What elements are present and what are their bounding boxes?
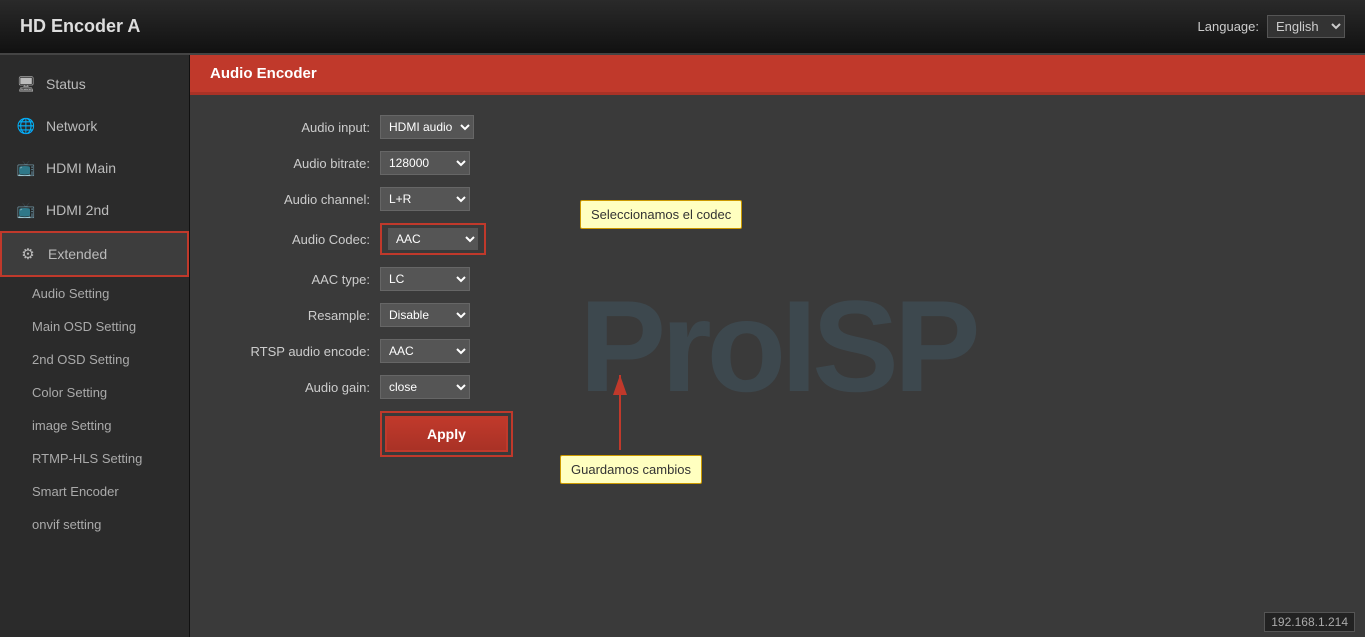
- audio-bitrate-row: Audio bitrate: 128000 64000 32000: [220, 151, 1335, 175]
- content-tab-header: Audio Encoder: [190, 55, 1365, 95]
- globe-icon: 🌐: [16, 116, 36, 136]
- resample-row: Resample: Disable Enable: [220, 303, 1335, 327]
- sidebar-sublabel-2nd-osd: 2nd OSD Setting: [32, 352, 130, 367]
- apply-annotation: Guardamos cambios: [560, 455, 702, 484]
- sidebar-subitem-2nd-osd[interactable]: 2nd OSD Setting: [0, 343, 189, 376]
- sidebar-item-status[interactable]: 🖥 Status: [0, 63, 189, 105]
- language-section: Language: English Chinese: [1198, 15, 1345, 38]
- tab-label: Audio Encoder: [210, 65, 317, 82]
- aac-type-row: AAC type: LC HE HEv2: [220, 267, 1335, 291]
- audio-input-select[interactable]: HDMI audio Line in Mic: [380, 115, 474, 139]
- sidebar-label-network: Network: [46, 118, 97, 134]
- aac-type-select[interactable]: LC HE HEv2: [380, 267, 470, 291]
- main-layout: 🖥 Status 🌐 Network 📺 HDMI Main 📺 HDMI 2n…: [0, 55, 1365, 637]
- sidebar-item-extended[interactable]: ⚙ Extended: [0, 231, 189, 277]
- sidebar-subitem-smart-encoder[interactable]: Smart Encoder: [0, 475, 189, 508]
- resample-select[interactable]: Disable Enable: [380, 303, 470, 327]
- sidebar-sublabel-color: Color Setting: [32, 385, 107, 400]
- sidebar-sublabel-audio: Audio Setting: [32, 286, 109, 301]
- audio-bitrate-select[interactable]: 128000 64000 32000: [380, 151, 470, 175]
- sidebar-subitem-color-setting[interactable]: Color Setting: [0, 376, 189, 409]
- language-select[interactable]: English Chinese: [1267, 15, 1345, 38]
- sidebar-sublabel-rtmp: RTMP-HLS Setting: [32, 451, 142, 466]
- sidebar-subitem-onvif[interactable]: onvif setting: [0, 508, 189, 541]
- sidebar-sublabel-image: image Setting: [32, 418, 112, 433]
- audio-codec-row: Audio Codec: AAC MP3 G711: [220, 223, 1335, 255]
- sidebar-subitem-image-setting[interactable]: image Setting: [0, 409, 189, 442]
- audio-codec-select[interactable]: AAC MP3 G711: [388, 228, 478, 250]
- sidebar-label-extended: Extended: [48, 246, 107, 262]
- sidebar-sublabel-smart: Smart Encoder: [32, 484, 119, 499]
- sidebar-label-hdmi-2nd: HDMI 2nd: [46, 202, 109, 218]
- sidebar: 🖥 Status 🌐 Network 📺 HDMI Main 📺 HDMI 2n…: [0, 55, 190, 637]
- apply-button-container: Apply: [380, 411, 513, 457]
- hdmi-2nd-icon: 📺: [16, 200, 36, 220]
- aac-type-label: AAC type:: [220, 272, 380, 287]
- content-area: ProISP Audio Encoder Audio input: HDMI a…: [190, 55, 1365, 637]
- apply-row: Apply: [220, 411, 1335, 457]
- audio-codec-label: Audio Codec:: [220, 232, 380, 247]
- gear-icon: ⚙: [18, 244, 38, 264]
- audio-input-row: Audio input: HDMI audio Line in Mic: [220, 115, 1335, 139]
- apply-button[interactable]: Apply: [385, 416, 508, 452]
- language-label: Language:: [1198, 19, 1259, 34]
- sidebar-subitem-main-osd[interactable]: Main OSD Setting: [0, 310, 189, 343]
- sidebar-label-status: Status: [46, 76, 86, 92]
- audio-bitrate-label: Audio bitrate:: [220, 156, 380, 171]
- audio-gain-select[interactable]: close low medium high: [380, 375, 470, 399]
- sidebar-sublabel-onvif: onvif setting: [32, 517, 101, 532]
- audio-channel-label: Audio channel:: [220, 192, 380, 207]
- monitor-icon: 🖥: [16, 74, 36, 94]
- app-title: HD Encoder A: [20, 16, 140, 37]
- ip-address: 192.168.1.214: [1264, 612, 1355, 632]
- sidebar-item-network[interactable]: 🌐 Network: [0, 105, 189, 147]
- audio-channel-row: Audio channel: L+R Left Right: [220, 187, 1335, 211]
- hdmi-main-icon: 📺: [16, 158, 36, 178]
- form-area: Audio input: HDMI audio Line in Mic Audi…: [190, 95, 1365, 489]
- audio-gain-row: Audio gain: close low medium high: [220, 375, 1335, 399]
- rtsp-audio-encode-label: RTSP audio encode:: [220, 344, 380, 359]
- audio-codec-highlighted-box: AAC MP3 G711: [380, 223, 486, 255]
- rtsp-audio-encode-row: RTSP audio encode: AAC MP3: [220, 339, 1335, 363]
- audio-input-label: Audio input:: [220, 120, 380, 135]
- sidebar-item-hdmi-2nd[interactable]: 📺 HDMI 2nd: [0, 189, 189, 231]
- sidebar-item-hdmi-main[interactable]: 📺 HDMI Main: [0, 147, 189, 189]
- codec-annotation: Seleccionamos el codec: [580, 200, 742, 229]
- app-header: HD Encoder A Language: English Chinese: [0, 0, 1365, 55]
- audio-gain-label: Audio gain:: [220, 380, 380, 395]
- audio-channel-select[interactable]: L+R Left Right: [380, 187, 470, 211]
- resample-label: Resample:: [220, 308, 380, 323]
- sidebar-subitem-rtmp-hls[interactable]: RTMP-HLS Setting: [0, 442, 189, 475]
- sidebar-subitem-audio-setting[interactable]: Audio Setting: [0, 277, 189, 310]
- sidebar-label-hdmi-main: HDMI Main: [46, 160, 116, 176]
- rtsp-audio-encode-select[interactable]: AAC MP3: [380, 339, 470, 363]
- sidebar-sublabel-main-osd: Main OSD Setting: [32, 319, 136, 334]
